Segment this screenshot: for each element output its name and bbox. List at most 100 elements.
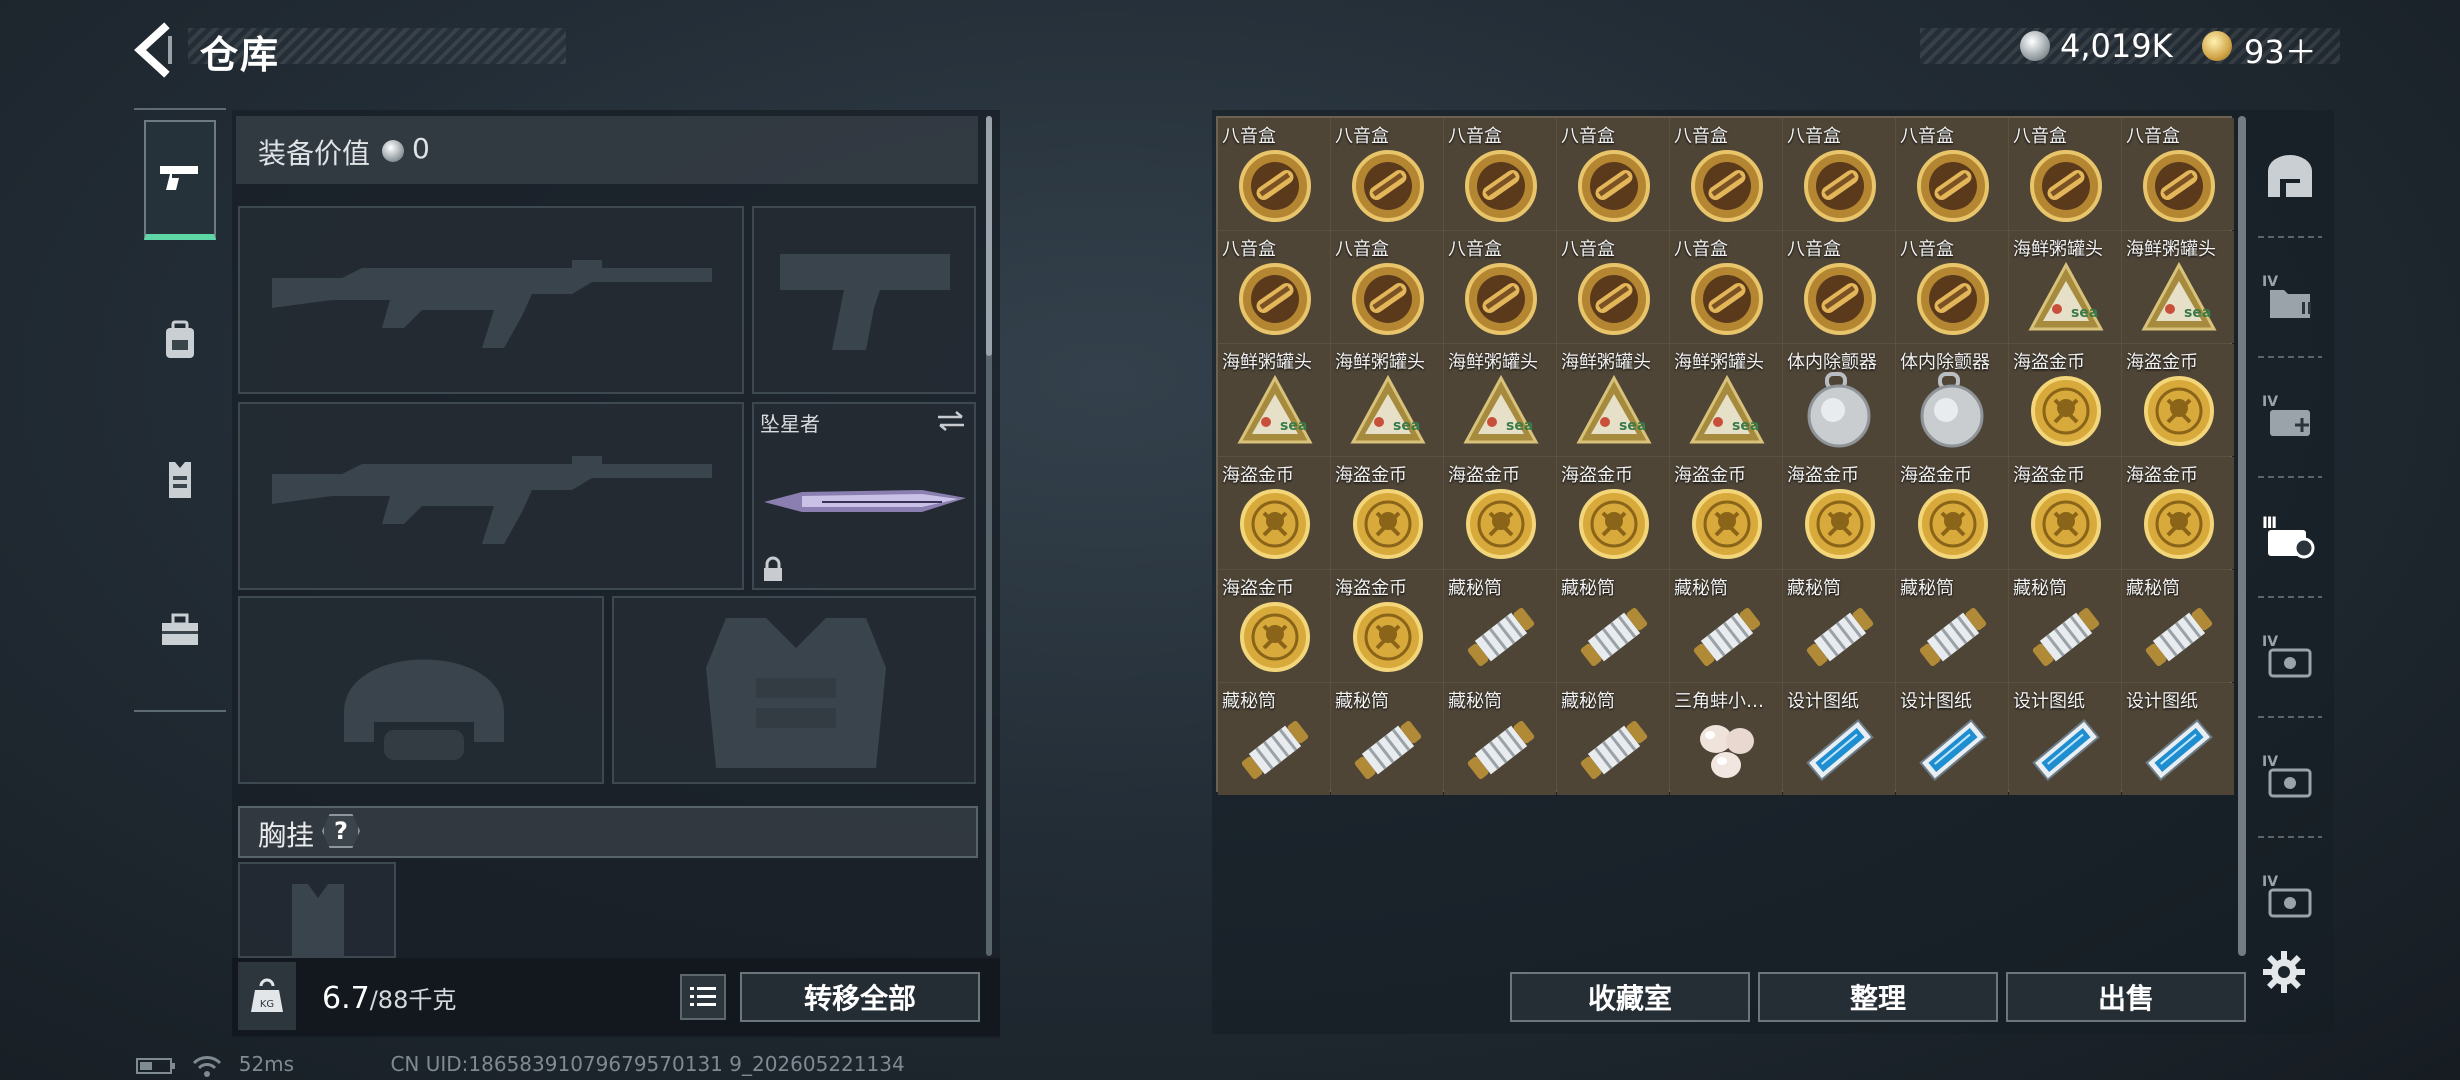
tab-toolbox[interactable] <box>144 570 216 690</box>
inventory-item-cryptex[interactable]: 藏秘筒 <box>1557 570 1669 682</box>
inventory-item-pirate-coin[interactable]: 海盗金币 <box>1331 457 1443 569</box>
inventory-item-seafood-can[interactable]: 海鲜粥罐头 sea <box>1557 344 1669 456</box>
inventory-item-seafood-can[interactable]: 海鲜粥罐头 sea <box>1331 344 1443 456</box>
inventory-item-defibrillator[interactable]: 体内除颤器 <box>1783 344 1895 456</box>
back-arrow-icon[interactable] <box>130 22 176 78</box>
help-badge-text: ? <box>334 817 348 845</box>
list-view-button[interactable] <box>680 974 726 1020</box>
inventory-item-name: 藏秘筒 <box>1222 691 1276 712</box>
inventory-item-cryptex[interactable]: 藏秘筒 <box>1444 570 1556 682</box>
inventory-item-pirate-coin[interactable]: 海盗金币 <box>1218 570 1330 682</box>
collection-room-button[interactable]: 收藏室 <box>1510 972 1750 1022</box>
inventory-item-blueprint[interactable]: 设计图纸 <box>1896 683 2008 795</box>
inventory-item-music-box[interactable]: 八音盒 <box>1670 118 1782 230</box>
inventory-item-blueprint[interactable]: 设计图纸 <box>2009 683 2121 795</box>
rail-item-storage-5[interactable]: IV <box>2248 836 2332 956</box>
equipment-scroll-thumb[interactable] <box>986 116 992 356</box>
inventory-item-cryptex[interactable]: 藏秘筒 <box>1444 683 1556 795</box>
rifle-silhouette-icon <box>272 260 712 348</box>
inventory-item-blueprint[interactable]: 设计图纸 <box>1783 683 1895 795</box>
tab-backpack[interactable] <box>144 280 216 400</box>
inventory-item-name: 海盗金币 <box>2013 465 2085 486</box>
inventory-item-blueprint[interactable]: 设计图纸 <box>2122 683 2234 795</box>
tab-weapons[interactable] <box>144 120 216 240</box>
inventory-item-name: 八音盒 <box>1448 239 1502 260</box>
rail-item-storage-3[interactable]: IV <box>2248 596 2332 716</box>
pistol-slot[interactable] <box>752 206 976 394</box>
help-badge[interactable]: ? <box>322 814 360 848</box>
rail-item-vault[interactable] <box>2248 116 2332 236</box>
inventory-item-name: 海盗金币 <box>2126 465 2198 486</box>
equipment-storage-icon: Ⅲ <box>2262 513 2315 559</box>
inventory-item-pirate-coin[interactable]: 海盗金币 <box>1331 570 1443 682</box>
inventory-item-pirate-coin[interactable]: 海盗金币 <box>1896 457 2008 569</box>
inventory-item-music-box[interactable]: 八音盒 <box>1783 231 1895 343</box>
inventory-item-name: 藏秘筒 <box>2013 578 2067 599</box>
inventory-item-cryptex[interactable]: 藏秘筒 <box>1783 570 1895 682</box>
inventory-item-music-box[interactable]: 八音盒 <box>1783 118 1895 230</box>
inventory-item-pearls[interactable]: 三角蚌小… <box>1670 683 1782 795</box>
inventory-item-music-box[interactable]: 八音盒 <box>1331 231 1443 343</box>
inventory-item-music-box[interactable]: 八音盒 <box>2122 118 2234 230</box>
helmet-silhouette-icon <box>344 659 504 760</box>
rail-item-equipment-storage[interactable]: Ⅲ <box>2248 476 2332 596</box>
inventory-item-defibrillator[interactable]: 体内除颤器 <box>1896 344 2008 456</box>
inventory-item-cryptex[interactable]: 藏秘筒 <box>1670 570 1782 682</box>
inventory-item-music-box[interactable]: 八音盒 <box>1670 231 1782 343</box>
swap-icon[interactable] <box>936 410 966 432</box>
inventory-scrollbar[interactable] <box>2238 116 2246 956</box>
inventory-item-seafood-can[interactable]: 海鲜粥罐头 sea <box>1670 344 1782 456</box>
inventory-item-cryptex[interactable]: 藏秘筒 <box>1896 570 2008 682</box>
melee-slot[interactable]: 坠星者 <box>752 402 976 590</box>
inventory-item-pirate-coin[interactable]: 海盗金币 <box>2009 344 2121 456</box>
inventory-item-seafood-can[interactable]: 海鲜粥罐头 sea <box>1444 344 1556 456</box>
inventory-item-music-box[interactable]: 八音盒 <box>1218 231 1330 343</box>
inventory-item-seafood-can[interactable]: 海鲜粥罐头 sea <box>1218 344 1330 456</box>
rail-item-storage-2[interactable]: IV <box>2248 356 2332 476</box>
inventory-item-music-box[interactable]: 八音盒 <box>2009 118 2121 230</box>
inventory-item-music-box[interactable]: 八音盒 <box>1218 118 1330 230</box>
inventory-item-pirate-coin[interactable]: 海盗金币 <box>2122 457 2234 569</box>
inventory-item-pirate-coin[interactable]: 海盗金币 <box>1218 457 1330 569</box>
inventory-item-music-box[interactable]: 八音盒 <box>1896 118 2008 230</box>
inventory-item-seafood-can[interactable]: 海鲜粥罐头 sea <box>2009 231 2121 343</box>
inventory-item-cryptex[interactable]: 藏秘筒 <box>2009 570 2121 682</box>
inventory-item-cryptex[interactable]: 藏秘筒 <box>1557 683 1669 795</box>
inventory-item-pirate-coin[interactable]: 海盗金币 <box>1783 457 1895 569</box>
inventory-item-music-box[interactable]: 八音盒 <box>1331 118 1443 230</box>
inventory-item-name: 藏秘筒 <box>1448 691 1502 712</box>
inventory-item-music-box[interactable]: 八音盒 <box>1557 231 1669 343</box>
sort-button[interactable]: 整理 <box>1758 972 1998 1022</box>
inventory-item-music-box[interactable]: 八音盒 <box>1557 118 1669 230</box>
inventory-item-pirate-coin[interactable]: 海盗金币 <box>1670 457 1782 569</box>
inventory-item-cryptex[interactable]: 藏秘筒 <box>2122 570 2234 682</box>
tab-vest[interactable] <box>144 420 216 540</box>
inventory-item-cryptex[interactable]: 藏秘筒 <box>1331 683 1443 795</box>
transfer-all-button[interactable]: 转移全部 <box>740 972 980 1022</box>
sell-button[interactable]: 出售 <box>2006 972 2246 1022</box>
primary-weapon-slot[interactable] <box>238 206 744 394</box>
chest-rig-slot[interactable] <box>238 862 396 958</box>
inventory-item-pirate-coin[interactable]: 海盗金币 <box>1444 457 1556 569</box>
rail-item-storage-1[interactable]: IV <box>2248 236 2332 356</box>
inventory-item-name: 海盗金币 <box>1561 465 1633 486</box>
inventory-item-music-box[interactable]: 八音盒 <box>1444 231 1556 343</box>
secondary-weapon-slot[interactable] <box>238 402 744 590</box>
inventory-item-name: 海鲜粥罐头 <box>2126 239 2216 260</box>
svg-text:IV: IV <box>2262 634 2278 650</box>
inventory-item-name: 藏秘筒 <box>1674 578 1728 599</box>
svg-text:sea: sea <box>1393 418 1420 434</box>
rail-item-storage-4[interactable]: IV <box>2248 716 2332 836</box>
body-armor-slot[interactable] <box>612 596 976 784</box>
inventory-item-music-box[interactable]: 八音盒 <box>1896 231 2008 343</box>
settings-gear-icon[interactable] <box>2262 950 2306 994</box>
inventory-item-pirate-coin[interactable]: 海盗金币 <box>1557 457 1669 569</box>
helmet-slot[interactable] <box>238 596 604 784</box>
inventory-item-pirate-coin[interactable]: 海盗金币 <box>2122 344 2234 456</box>
inventory-item-name: 海鲜粥罐头 <box>1674 352 1764 373</box>
inventory-item-music-box[interactable]: 八音盒 <box>1444 118 1556 230</box>
gold-currency-value[interactable]: 93＋ <box>2244 27 2317 73</box>
inventory-item-seafood-can[interactable]: 海鲜粥罐头 sea <box>2122 231 2234 343</box>
inventory-item-cryptex[interactable]: 藏秘筒 <box>1218 683 1330 795</box>
inventory-item-pirate-coin[interactable]: 海盗金币 <box>2009 457 2121 569</box>
